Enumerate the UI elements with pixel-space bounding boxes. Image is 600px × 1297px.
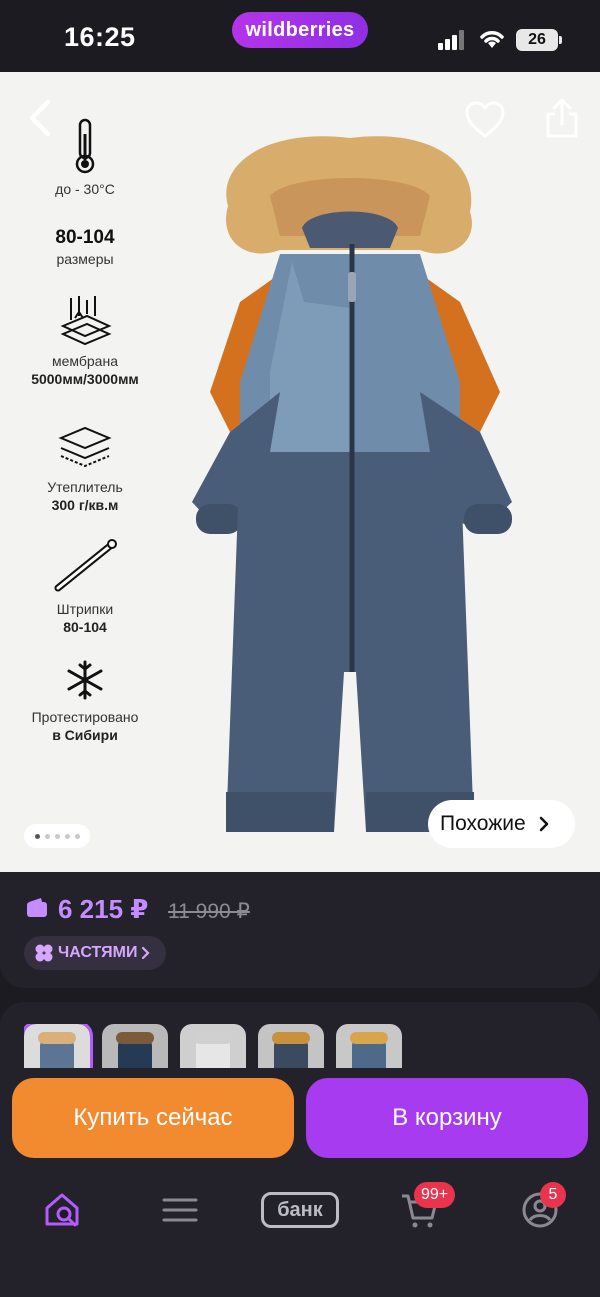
old-price: 11 990 ₽ (168, 900, 250, 923)
variant-thumbnail[interactable] (180, 1024, 246, 1068)
bottom-tab-bar: банк 99+ 5 (0, 1176, 600, 1246)
product-photo (192, 136, 512, 832)
profile-badge: 5 (540, 1182, 566, 1208)
variants-card: Купить сейчас В корзину (0, 1002, 600, 1297)
app-pill[interactable]: wildberries (232, 12, 368, 48)
variant-thumbnail[interactable] (336, 1024, 402, 1068)
cart-badge: 99+ (414, 1182, 456, 1208)
catalog-menu-icon[interactable] (160, 1190, 200, 1230)
add-to-cart-button[interactable]: В корзину (306, 1078, 588, 1158)
buy-now-button[interactable]: Купить сейчас (12, 1078, 294, 1158)
cellular-signal-icon (438, 30, 464, 50)
bank-tab[interactable]: банк (261, 1192, 339, 1228)
variant-thumbnail[interactable] (102, 1024, 168, 1068)
clock: 16:25 (64, 22, 136, 52)
chevron-right-icon (539, 816, 548, 832)
carousel-dot (64, 833, 70, 839)
status-bar: 16:25 wildberries 26 (0, 0, 600, 72)
wifi-icon (480, 31, 504, 48)
installments-label: ЧАСТЯМИ (58, 944, 138, 961)
similar-button[interactable]: Похожие (428, 800, 575, 848)
variant-thumbnail[interactable] (24, 1024, 93, 1068)
snowflake-icon (67, 660, 103, 700)
membrane-icon (60, 296, 112, 346)
price-card: 6 215 ₽ 11 990 ₽ ЧАСТЯМИ (0, 872, 600, 988)
home-search-icon[interactable] (42, 1190, 82, 1230)
chevron-right-icon (142, 946, 151, 960)
carousel-dot (34, 833, 40, 839)
installments-button[interactable]: ЧАСТЯМИ (24, 936, 166, 970)
wallet-icon (27, 898, 47, 917)
similar-label: Похожие (440, 812, 526, 835)
strap-icon (54, 539, 117, 592)
variant-thumbnail[interactable] (258, 1024, 324, 1068)
thermometer-icon (75, 118, 95, 174)
installments-icon (35, 944, 53, 962)
carousel-indicator (24, 824, 90, 848)
carousel-dot (54, 833, 60, 839)
carousel-dot (74, 833, 80, 839)
current-price: 6 215 ₽ (58, 894, 149, 924)
carousel-dot (44, 833, 50, 839)
product-gallery[interactable]: до - 30°C 80-104 размеры мембрана 5000мм… (0, 72, 600, 872)
color-variants (24, 1024, 402, 1068)
battery-indicator: 26 (516, 29, 562, 51)
layers-icon (58, 426, 112, 468)
